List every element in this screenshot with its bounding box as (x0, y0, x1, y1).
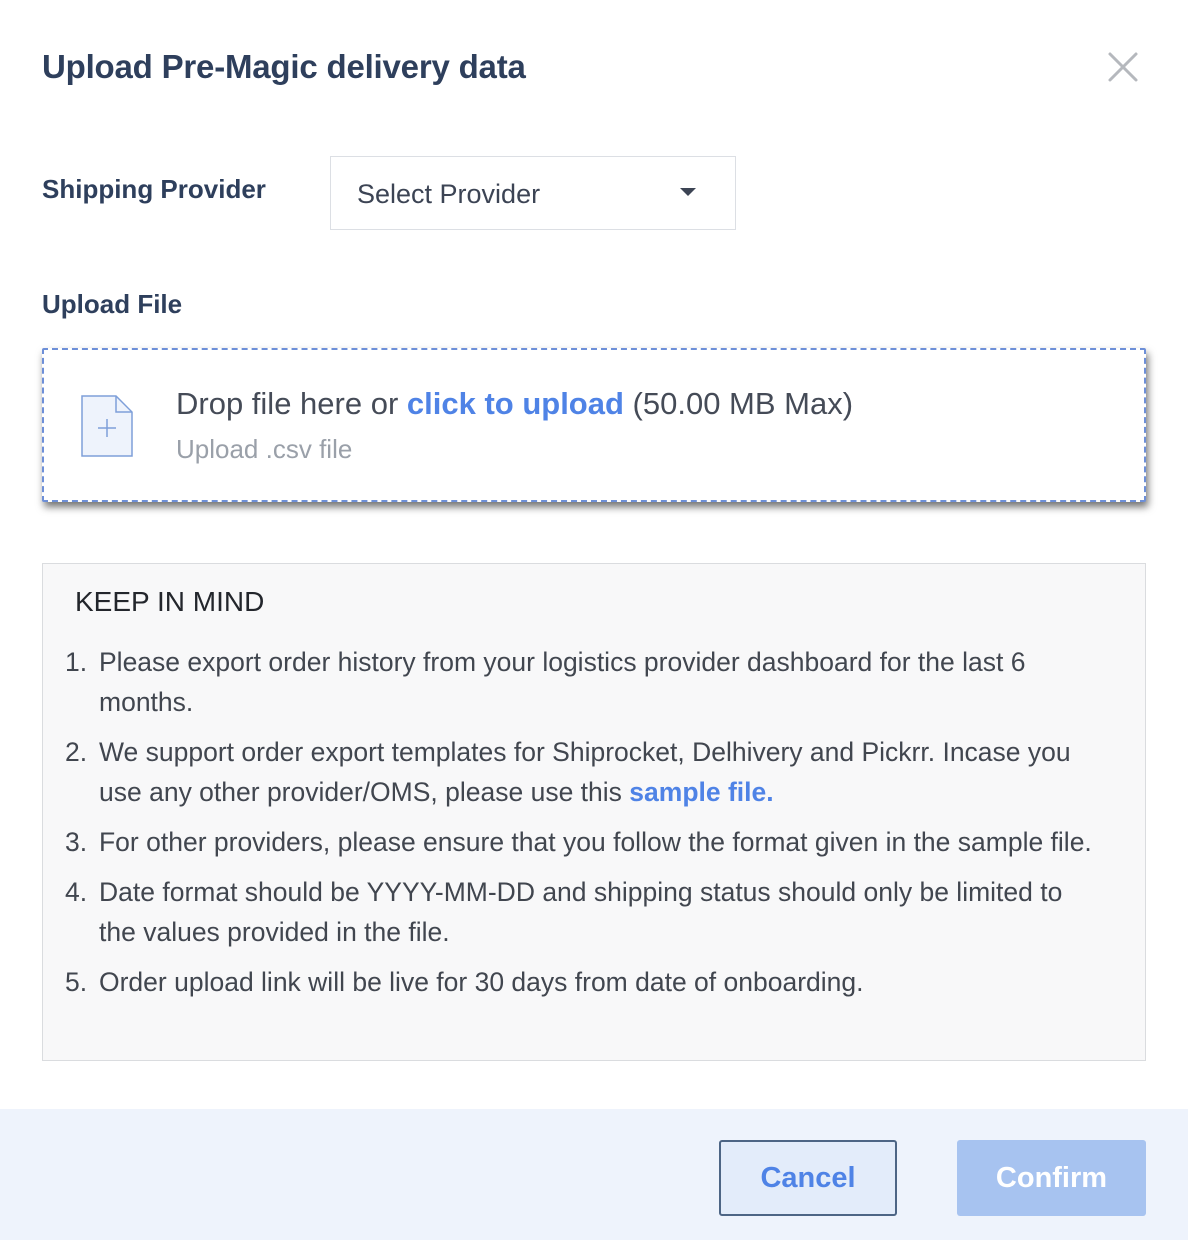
list-item-text: Order upload link will be live for 30 da… (99, 967, 864, 997)
shipping-provider-label: Shipping Provider (42, 174, 266, 204)
modal-footer: Cancel Confirm (0, 1109, 1188, 1240)
caret-down-icon (680, 188, 696, 196)
keep-in-mind-title: KEEP IN MIND (75, 586, 265, 617)
list-item-text: Date format should be YYYY-MM-DD and shi… (99, 877, 1063, 947)
list-item-text: We support order export templates for Sh… (99, 737, 1071, 807)
list-item-number: 4. (65, 877, 88, 907)
drop-instructions: Drop file here or click to upload (50.00… (176, 386, 853, 422)
list-item: 5. Order upload link will be live for 30… (65, 962, 1105, 1002)
list-item: 4. Date format should be YYYY-MM-DD and … (65, 872, 1105, 952)
list-item-number: 2. (65, 737, 88, 767)
close-icon (1108, 52, 1138, 82)
sample-file-link[interactable]: sample file. (629, 777, 773, 807)
keep-in-mind-panel: KEEP IN MIND 1. Please export order hist… (42, 563, 1146, 1061)
click-to-upload-link[interactable]: click to upload (407, 386, 624, 421)
cancel-button[interactable]: Cancel (719, 1140, 897, 1216)
close-button[interactable] (1102, 46, 1144, 88)
confirm-button[interactable]: Confirm (957, 1140, 1146, 1216)
upload-modal: Upload Pre-Magic delivery data Shipping … (0, 0, 1188, 1240)
provider-select[interactable]: Select Provider (330, 156, 736, 230)
drop-suffix: (50.00 MB Max) (623, 386, 854, 421)
list-item: 2. We support order export templates for… (65, 732, 1105, 812)
list-item-text: Please export order history from your lo… (99, 647, 1026, 717)
list-item-number: 1. (65, 647, 88, 677)
list-item: 3. For other providers, please ensure th… (65, 822, 1105, 862)
list-item-number: 3. (65, 827, 88, 857)
keep-in-mind-list: 1. Please export order history from your… (65, 642, 1105, 1012)
upload-hint: Upload .csv file (176, 434, 353, 464)
list-item-number: 5. (65, 967, 88, 997)
file-plus-icon (81, 395, 133, 457)
list-item-text: For other providers, please ensure that … (99, 827, 1092, 857)
provider-select-value: Select Provider (357, 179, 541, 209)
list-item: 1. Please export order history from your… (65, 642, 1105, 722)
file-dropzone[interactable]: Drop file here or click to upload (50.00… (42, 348, 1146, 502)
drop-prefix: Drop file here or (176, 386, 407, 421)
upload-file-label: Upload File (42, 289, 183, 319)
modal-title: Upload Pre-Magic delivery data (42, 48, 526, 85)
